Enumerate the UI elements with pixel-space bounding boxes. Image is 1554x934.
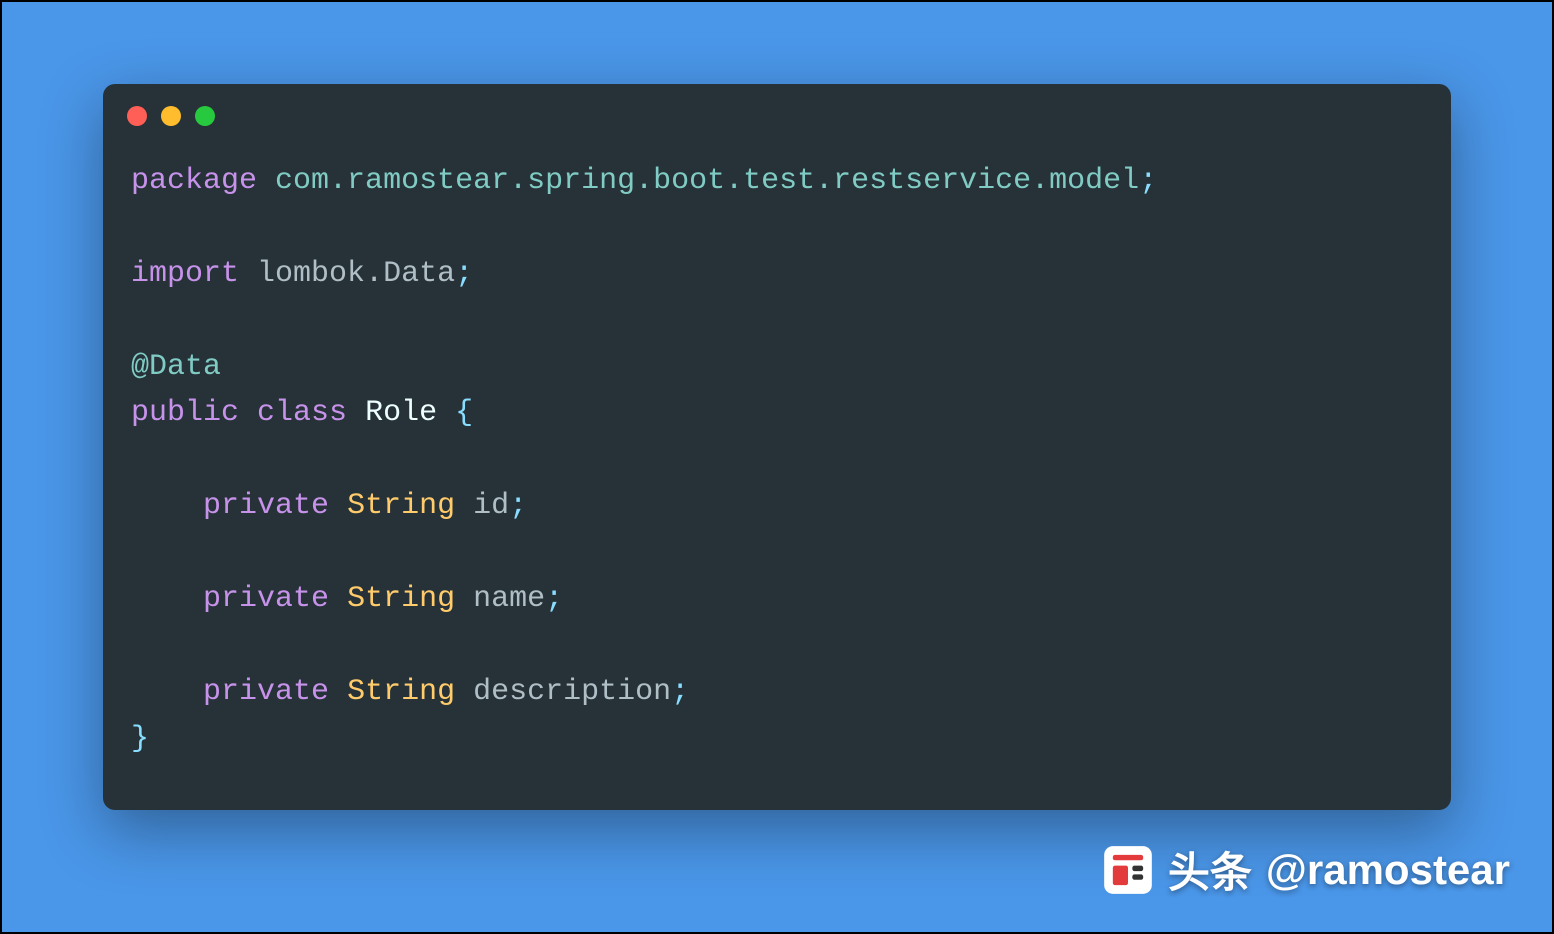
keyword-public: public — [131, 396, 239, 430]
semicolon: ; — [509, 489, 527, 523]
keyword-class: class — [257, 396, 347, 430]
keyword-private: private — [203, 675, 329, 709]
keyword-import: import — [131, 257, 239, 291]
close-icon — [127, 106, 147, 126]
window-controls — [103, 84, 1451, 134]
close-brace: } — [131, 722, 149, 756]
package-path: com.ramostear.spring.boot.test.restservi… — [275, 164, 1139, 198]
class-name: Role — [365, 396, 437, 430]
annotation-data: @Data — [131, 350, 221, 384]
semicolon: ; — [545, 582, 563, 616]
watermark-handle: @ramostear — [1266, 846, 1510, 894]
field-description: description — [473, 675, 671, 709]
type-string: String — [347, 489, 455, 523]
watermark-brand: 头条 — [1168, 839, 1252, 900]
import-path: lombok.Data — [257, 257, 455, 291]
code-content: package com.ramostear.spring.boot.test.r… — [103, 134, 1451, 811]
semicolon: ; — [671, 675, 689, 709]
minimize-icon — [161, 106, 181, 126]
keyword-private: private — [203, 582, 329, 616]
field-name: name — [473, 582, 545, 616]
maximize-icon — [195, 106, 215, 126]
field-id: id — [473, 489, 509, 523]
toutiao-logo-icon — [1102, 844, 1154, 896]
semicolon: ; — [1139, 164, 1157, 198]
watermark: 头条 @ramostear — [1102, 839, 1510, 900]
type-string: String — [347, 675, 455, 709]
type-string: String — [347, 582, 455, 616]
open-brace: { — [455, 396, 473, 430]
code-window: package com.ramostear.spring.boot.test.r… — [103, 84, 1451, 811]
keyword-package: package — [131, 164, 257, 198]
keyword-private: private — [203, 489, 329, 523]
semicolon: ; — [455, 257, 473, 291]
